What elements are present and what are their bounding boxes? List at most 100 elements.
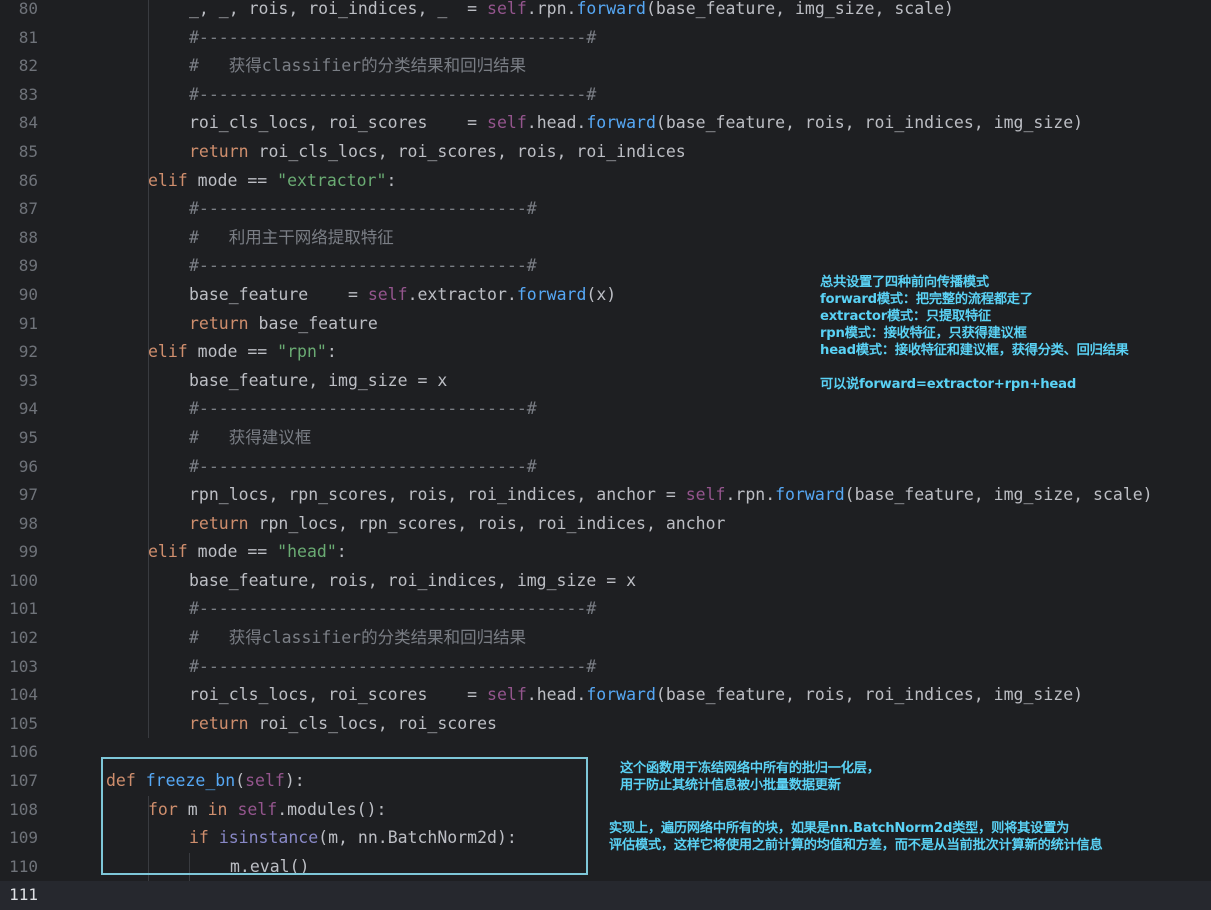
freeze-purpose-annotation: 这个函数用于冻结网络中所有的批归一化层， 用于防止其统计信息被小批量数据更新 — [620, 760, 880, 794]
code-text: roi_cls_locs, roi_scores = self.head.for… — [189, 681, 1083, 710]
indent-guide — [148, 424, 149, 453]
annotation-line: 实现上，遍历网络中所有的块，如果是nn.BatchNorm2d类型，则将其设置为 — [609, 820, 1103, 837]
annotation-line: forward模式：把完整的流程都走了 — [820, 291, 1129, 308]
code-text: base_feature, rois, roi_indices, img_siz… — [189, 567, 636, 596]
code-token: (base_feature, rois, roi_indices, img_si… — [656, 685, 1083, 704]
line-number: 108 — [0, 796, 38, 825]
line-number: 84 — [0, 109, 38, 138]
indent-guide — [148, 481, 149, 510]
line-number: 87 — [0, 195, 38, 224]
line-number: 82 — [0, 52, 38, 81]
code-token: .rpn. — [725, 485, 775, 504]
code-line[interactable]: 104 roi_cls_locs, roi_scores = self.head.… — [0, 681, 1211, 710]
indent-guide — [148, 453, 149, 482]
annotation-line — [820, 359, 1129, 376]
annotation-line: 总共设置了四种前向传播模式 — [820, 274, 1129, 291]
code-token: "head" — [277, 542, 337, 561]
code-token: (base_feature, img_size, scale) — [845, 485, 1153, 504]
code-token: forward — [586, 685, 656, 704]
code-line[interactable]: 100 base_feature, rois, roi_indices, img_… — [0, 567, 1211, 596]
code-token: #---------------------------------# — [189, 457, 537, 476]
code-token: self — [487, 113, 527, 132]
code-line[interactable]: 96 #---------------------------------# — [0, 453, 1211, 482]
code-line[interactable]: 102# 获得classifier的分类结果和回归结果 — [0, 624, 1211, 653]
indent-guide — [148, 281, 149, 310]
line-number: 100 — [0, 567, 38, 596]
code-line[interactable]: 95# 获得建议框 — [0, 424, 1211, 453]
code-line[interactable]: 103#------------------------------------… — [0, 653, 1211, 682]
code-line[interactable]: 87#---------------------------------# — [0, 195, 1211, 224]
code-token: return — [189, 514, 259, 533]
code-line[interactable]: 111 — [0, 881, 1211, 910]
code-text: return base_feature — [189, 310, 378, 339]
line-number: 88 — [0, 224, 38, 253]
code-token: base_feature = — [189, 285, 368, 304]
freeze-impl-annotation: 实现上，遍历网络中所有的块，如果是nn.BatchNorm2d类型，则将其设置为… — [609, 820, 1103, 854]
code-line[interactable]: 85return roi_cls_locs, roi_scores, rois,… — [0, 138, 1211, 167]
code-line[interactable]: 105return roi_cls_locs, roi_scores — [0, 710, 1211, 739]
code-text: return roi_cls_locs, roi_scores, rois, r… — [189, 138, 686, 167]
indent-guide — [148, 81, 149, 110]
code-line[interactable]: 81#-------------------------------------… — [0, 24, 1211, 53]
annotation-line: extractor模式：只提取特征 — [820, 308, 1129, 325]
code-text: base_feature = self.extractor.forward(x) — [189, 281, 616, 310]
line-number: 110 — [0, 853, 38, 882]
code-token: mode == — [198, 342, 277, 361]
code-token: elif — [148, 342, 198, 361]
code-token: forward — [576, 0, 646, 18]
code-text: #---------------------------------# — [189, 395, 537, 424]
code-line[interactable]: 86elif mode == "extractor": — [0, 167, 1211, 196]
line-number: 83 — [0, 81, 38, 110]
code-line[interactable]: 88 # 利用主干网络提取特征 — [0, 224, 1211, 253]
indent-guide — [148, 595, 149, 624]
code-text: elif mode == "head": — [148, 538, 347, 567]
line-number: 90 — [0, 281, 38, 310]
code-line[interactable]: 98return rpn_locs, rpn_scores, rois, roi… — [0, 510, 1211, 539]
line-number: 104 — [0, 681, 38, 710]
code-token: # 利用主干网络提取特征 — [189, 228, 394, 247]
code-token: .rpn. — [527, 0, 577, 18]
code-line[interactable]: 101#------------------------------------… — [0, 595, 1211, 624]
indent-guide — [148, 138, 149, 167]
code-line[interactable]: 82# 获得classifier的分类结果和回归结果 — [0, 52, 1211, 81]
code-token: : — [386, 171, 396, 190]
code-token: # 获得建议框 — [189, 428, 311, 447]
code-line[interactable]: 99elif mode == "head": — [0, 538, 1211, 567]
code-token: .extractor. — [408, 285, 517, 304]
code-token: roi_cls_locs, roi_scores — [259, 714, 497, 733]
code-token: #---------------------------------# — [189, 256, 537, 275]
code-token: #---------------------------------------… — [189, 599, 596, 618]
code-token: mode == — [198, 542, 277, 561]
line-number: 109 — [0, 824, 38, 853]
line-number: 98 — [0, 510, 38, 539]
code-text: #---------------------------------# — [189, 453, 537, 482]
code-token: forward — [517, 285, 587, 304]
indent-guide — [148, 0, 149, 24]
line-number: 107 — [0, 767, 38, 796]
annotation-line: 这个函数用于冻结网络中所有的批归一化层， — [620, 760, 880, 777]
code-line[interactable]: 80_, _, rois, roi_indices, _ = self.rpn.… — [0, 0, 1211, 24]
code-text: rpn_locs, rpn_scores, rois, roi_indices,… — [189, 481, 1153, 510]
code-line[interactable]: 84roi_cls_locs, roi_scores = self.head.f… — [0, 109, 1211, 138]
annotation-line: head模式：接收特征和建议框，获得分类、回归结果 — [820, 342, 1129, 359]
forward-modes-annotation: 总共设置了四种前向传播模式 forward模式：把完整的流程都走了 extrac… — [820, 274, 1129, 393]
code-token: #---------------------------------------… — [189, 28, 596, 47]
line-number: 96 — [0, 453, 38, 482]
code-token: roi_cls_locs, roi_scores = — [189, 113, 487, 132]
code-text: #---------------------------------------… — [189, 653, 596, 682]
indent-guide — [148, 710, 149, 739]
indent-guide — [148, 510, 149, 539]
code-line[interactable]: 94#---------------------------------# — [0, 395, 1211, 424]
code-line[interactable]: 83#-------------------------------------… — [0, 81, 1211, 110]
code-token: self — [686, 485, 726, 504]
code-line[interactable]: 97rpn_locs, rpn_scores, rois, roi_indice… — [0, 481, 1211, 510]
line-number: 86 — [0, 167, 38, 196]
code-token: rpn_locs, rpn_scores, rois, roi_indices,… — [189, 485, 686, 504]
code-text: #---------------------------------------… — [189, 24, 596, 53]
code-token: forward — [775, 485, 845, 504]
line-number: 102 — [0, 624, 38, 653]
indent-guide — [148, 109, 149, 138]
code-token: "rpn" — [277, 342, 327, 361]
code-token: forward — [586, 113, 656, 132]
line-number: 92 — [0, 338, 38, 367]
